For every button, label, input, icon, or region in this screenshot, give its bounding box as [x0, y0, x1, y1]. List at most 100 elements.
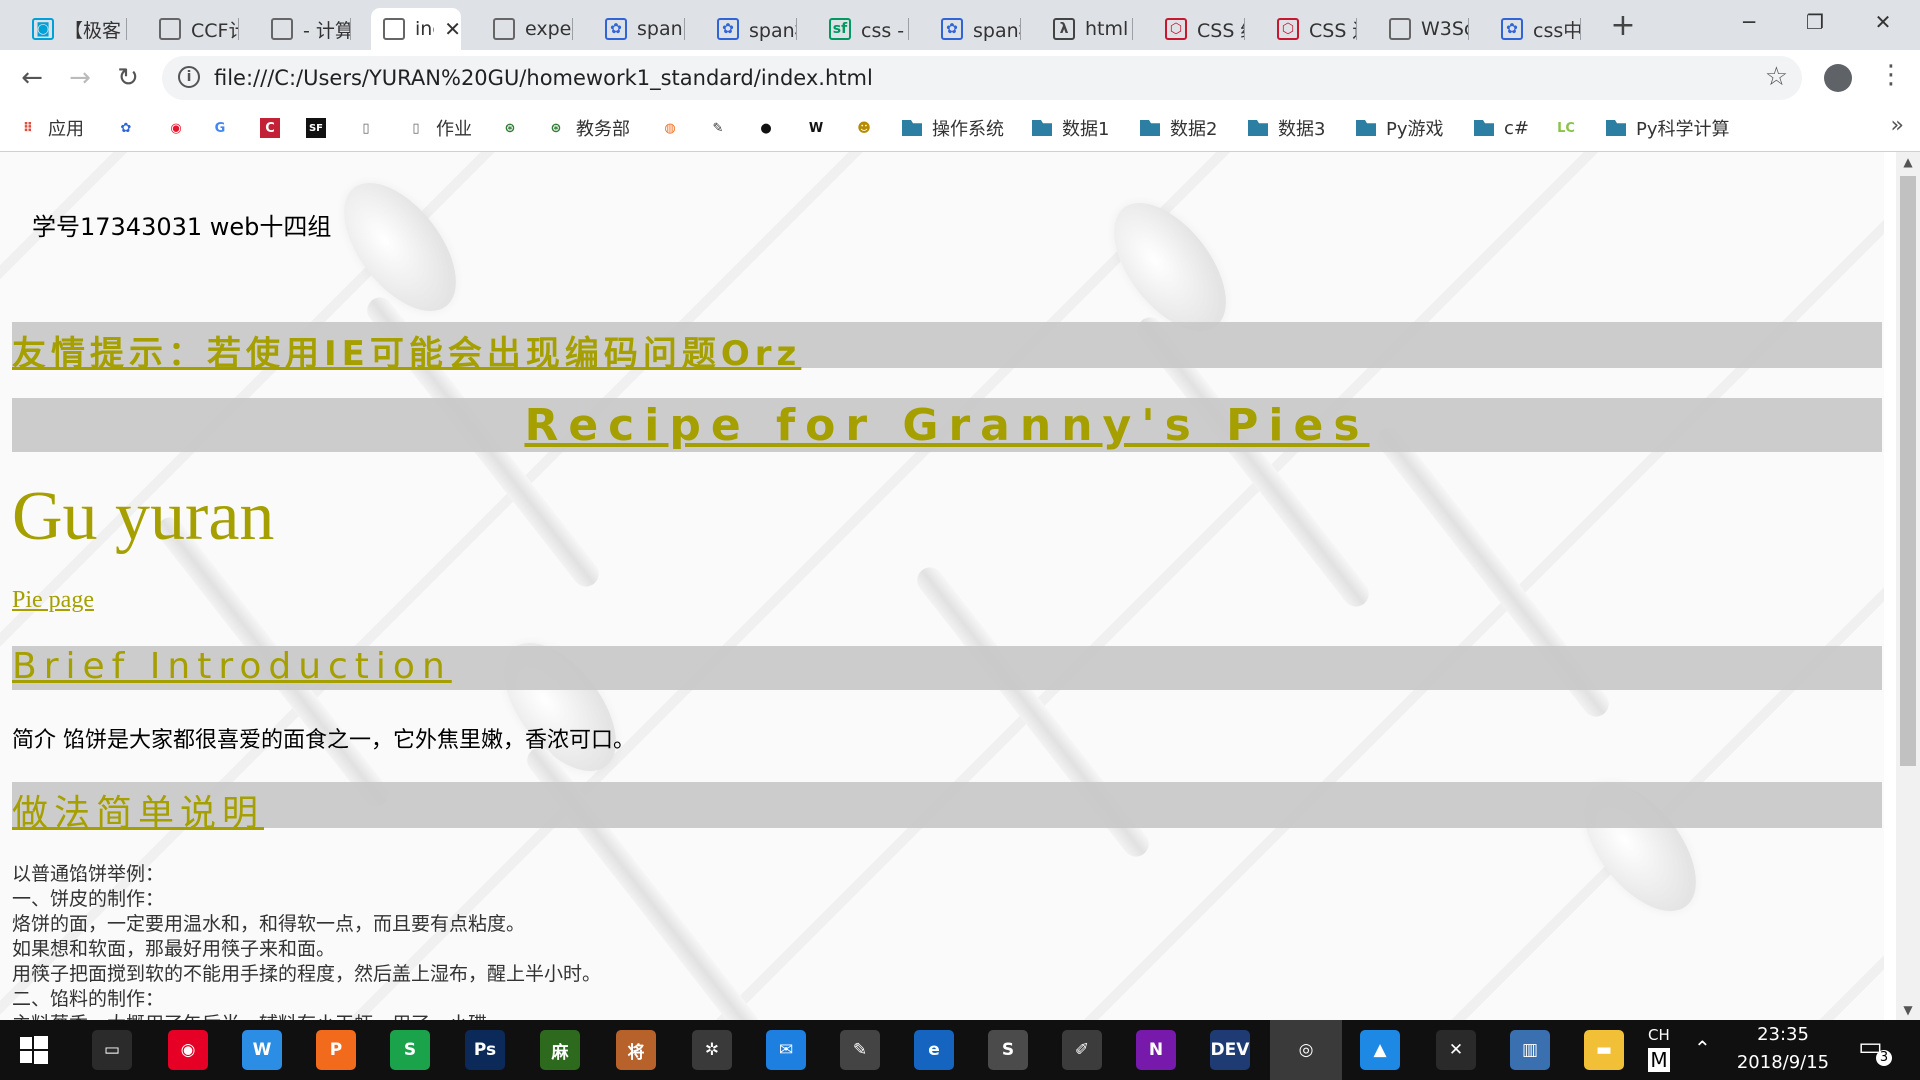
browser-tab[interactable]: ✿ css中 [1489, 8, 1581, 50]
bookmark-item[interactable]: ☻ [854, 114, 884, 142]
tab-close-icon[interactable]: ✕ [444, 17, 461, 41]
bookmark-item[interactable]: Py科学计算 [1606, 114, 1730, 142]
site-info-icon[interactable]: i [178, 66, 200, 88]
recipe-title-link[interactable]: Recipe for Granny's Pies [524, 400, 1369, 451]
bookmark-item[interactable]: 数据1 [1032, 114, 1109, 142]
bookmark-item[interactable]: ⊛ 教务部 [546, 114, 630, 142]
browser-tab[interactable]: ✿ span标 [705, 8, 797, 50]
bookmark-item[interactable]: ✿ [116, 114, 146, 142]
new-tab-button[interactable]: + [1605, 8, 1641, 44]
bookmark-item[interactable]: ⠿ 应用 [18, 114, 84, 142]
bookmark-label: 数据1 [1062, 119, 1110, 140]
scrollbar-thumb[interactable] [1900, 176, 1916, 766]
chess-game-icon[interactable]: 将 [616, 1030, 656, 1070]
browser-tab[interactable]: ⬡ CSS 边 [1265, 8, 1357, 50]
browser-tab[interactable]: ✿ span标 [929, 8, 1021, 50]
bookmark-item[interactable]: ● [756, 114, 786, 142]
menu-kebab-icon[interactable]: ⋮ [1878, 60, 1904, 90]
notes-icon[interactable]: ✐ [1062, 1030, 1102, 1070]
bookmark-item[interactable]: 数据3 [1248, 114, 1325, 142]
bookmark-item[interactable]: ◍ [660, 114, 690, 142]
clock-date[interactable]: 2018/9/15 [1728, 1052, 1838, 1073]
bookmark-item[interactable]: ⊛ [500, 114, 530, 142]
chrome-icon[interactable]: ◎ [1286, 1030, 1326, 1070]
mail-icon[interactable]: ✉ [766, 1030, 806, 1070]
edge-icon[interactable]: e [914, 1030, 954, 1070]
browser-tab[interactable]: ⬡ CSS 绝 [1153, 8, 1245, 50]
app-glyph: P [329, 1040, 343, 1060]
wps-writer-icon[interactable]: W [242, 1030, 282, 1070]
ime-mode-indicator[interactable]: M [1648, 1048, 1670, 1072]
archive-icon[interactable]: ▥ [1510, 1030, 1550, 1070]
xshell-icon[interactable]: ✕ [1436, 1030, 1476, 1070]
method-heading-banner: 做法简单说明 [12, 782, 1882, 834]
bookmark-item[interactable]: Py游戏 [1356, 114, 1444, 142]
bookmark-item[interactable]: SF [306, 114, 336, 142]
terminal-icon[interactable]: ▭ [92, 1030, 132, 1070]
more-bookmarks-icon[interactable]: » [1891, 113, 1904, 138]
close-window-button[interactable]: ✕ [1850, 0, 1916, 44]
netease-music-icon[interactable]: ◉ [168, 1030, 208, 1070]
clock-time[interactable]: 23:35 [1738, 1024, 1828, 1045]
reload-icon[interactable]: ↻ [110, 60, 146, 96]
browser-tab[interactable]: - 计算 [259, 8, 351, 50]
bookmark-item[interactable]: ▯ 作业 [406, 114, 472, 142]
notice-link[interactable]: 友情提示：若使用IE可能会出现编码问题Orz [12, 326, 801, 375]
minimize-button[interactable]: ─ [1716, 0, 1782, 44]
bookmark-item[interactable]: LC [1556, 114, 1586, 142]
scroll-up-arrow-icon[interactable]: ▲ [1896, 152, 1920, 172]
mahjong-game-icon[interactable]: 麻 [540, 1030, 580, 1070]
onenote-icon[interactable]: N [1136, 1030, 1176, 1070]
browser-tab[interactable]: sf css - 打 [817, 8, 909, 50]
browser-tab[interactable]: CCF计 [147, 8, 239, 50]
file-explorer-icon[interactable]: ▬ [1584, 1030, 1624, 1070]
smiley-icon: ☻ [857, 120, 871, 136]
profile-avatar-icon[interactable] [1824, 64, 1852, 92]
scroll-down-arrow-icon[interactable]: ▼ [1896, 1000, 1920, 1020]
windows-start-icon[interactable] [14, 1030, 54, 1070]
bookmark-item[interactable]: 操作系统 [902, 114, 1004, 142]
address-bar[interactable]: i file:///C:/Users/YURAN%20GU/homework1_… [162, 56, 1802, 100]
bookmark-item[interactable]: c# [1474, 114, 1529, 142]
method-heading-link[interactable]: 做法简单说明 [12, 784, 264, 836]
bookmark-item[interactable]: ◉ [166, 114, 196, 142]
forward-icon[interactable]: → [62, 60, 98, 96]
tab-separator [908, 18, 909, 40]
sublime-text-icon[interactable]: S [988, 1030, 1028, 1070]
bookmark-item[interactable]: C [260, 114, 290, 142]
intro-heading-link[interactable]: Brief Introduction [12, 646, 452, 687]
bookmark-star-icon[interactable]: ☆ [1765, 62, 1788, 92]
bookmark-item[interactable]: 数据2 [1140, 114, 1217, 142]
back-icon[interactable]: ← [14, 60, 50, 96]
folder-icon [1140, 118, 1160, 138]
bookmark-item[interactable]: ▯ [356, 114, 386, 142]
ime-indicator[interactable]: CH [1648, 1026, 1670, 1044]
browser-tab[interactable]: expec [481, 8, 573, 50]
photos-icon[interactable]: ▲ [1360, 1030, 1400, 1070]
tool-icon[interactable]: ✲ [692, 1030, 732, 1070]
browser-tab[interactable]: λ html r [1041, 8, 1133, 50]
bookmark-item[interactable]: ✎ [708, 114, 738, 142]
tray-overflow-chevron-icon[interactable]: ⌃ [1694, 1036, 1711, 1060]
devcpp-icon[interactable]: DEV [1210, 1030, 1250, 1070]
browser-tab[interactable]: ✿ span [593, 8, 685, 50]
page-scrollbar[interactable]: ▲ ▼ [1896, 152, 1920, 1020]
notification-count-badge: 3 [1876, 1050, 1892, 1066]
paint-icon[interactable]: ✎ [840, 1030, 880, 1070]
app-glyph: Ps [473, 1040, 497, 1060]
tab-separator [1132, 18, 1133, 40]
browser-tab[interactable]: W3Sc [1377, 8, 1469, 50]
wps-presentation-icon[interactable]: P [316, 1030, 356, 1070]
tab-separator [684, 18, 685, 40]
app-glyph: DEV [1210, 1040, 1250, 1060]
bookmark-item[interactable]: G [210, 114, 240, 142]
photoshop-icon[interactable]: Ps [465, 1030, 505, 1070]
browser-tab[interactable]: ◙ 【极客 [20, 8, 127, 50]
browser-tab[interactable]: inc ✕ [371, 8, 461, 50]
url-text[interactable]: file:///C:/Users/YURAN%20GU/homework1_st… [214, 66, 873, 90]
app-glyph: ✎ [852, 1040, 868, 1060]
pie-page-link[interactable]: Pie page [12, 587, 94, 614]
bookmark-item[interactable]: W [806, 114, 836, 142]
wps-spreadsheet-icon[interactable]: S [390, 1030, 430, 1070]
maximize-button[interactable]: ❐ [1782, 0, 1848, 44]
